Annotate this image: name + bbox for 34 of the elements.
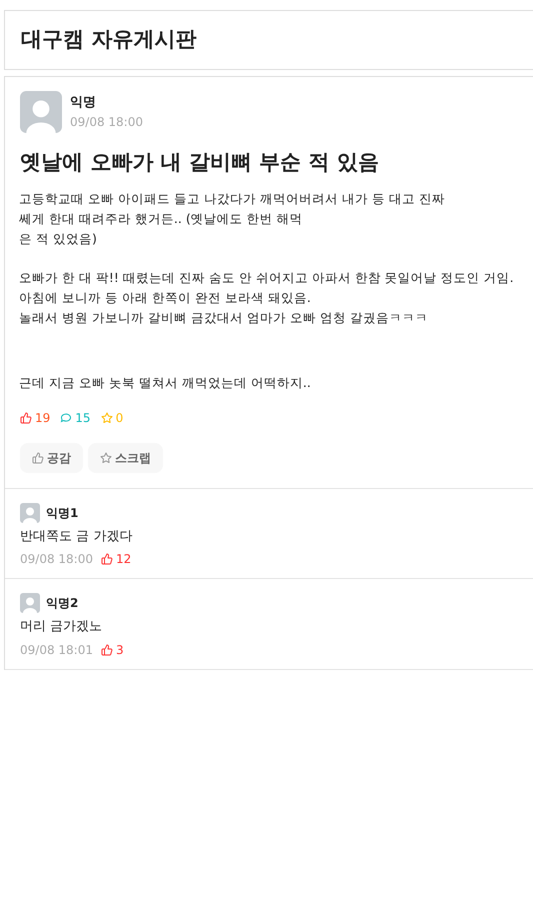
star-icon [100, 452, 112, 464]
thumbs-up-icon [100, 553, 113, 565]
like-count: 19 [35, 410, 50, 426]
star-icon [100, 412, 113, 424]
thumbs-up-icon [20, 412, 32, 424]
comment-like-count: 3 [116, 642, 124, 658]
like-button[interactable]: 공감 [20, 442, 83, 472]
thumbs-up-icon [32, 452, 44, 464]
author-name: 익명 [70, 94, 97, 112]
avatar-icon [20, 502, 40, 522]
avatar-icon [20, 91, 62, 133]
board-title: 대구캠 자유게시판 [21, 26, 196, 54]
post-text-line: 오빠가 한 대 팍!! 때렸는데 진짜 숨도 안 쉬어지고 아파서 한참 못일어날 정도인 거임. [18, 268, 515, 286]
scrap-button[interactable]: 스크랩 [88, 442, 163, 472]
post-text-line: 고등학교때 오빠 아이패드 들고 나갔다가 깨먹어버려서 내가 등 대고 진짜 [18, 190, 446, 208]
post-text-line: 놀래서 병원 가보니까 갈비뼈 금갔대서 엄마가 오빠 엄청 갈궜음ㅋㅋㅋ [18, 308, 429, 326]
post-title: 옛날에 오빠가 내 갈비뼈 부순 적 있음 [19, 149, 380, 176]
post-text-line: 아침에 보니까 등 아래 한쪽이 완전 보라색 돼있음. [18, 288, 312, 306]
comment-like-count: 12 [116, 551, 132, 568]
scrap-count: 0 [116, 410, 124, 426]
thumbs-up-icon [100, 644, 113, 656]
comment-author: 익명1 [46, 504, 78, 522]
comment-time: 09/08 18:01 [20, 642, 93, 658]
comment-author: 익명2 [46, 595, 78, 612]
comment-time: 09/08 18:00 [20, 551, 93, 568]
comment-text: 반대쪽도 금 가겠다 [20, 528, 134, 546]
post-time: 09/08 18:00 [70, 114, 143, 131]
comment-icon [60, 412, 72, 424]
post-text-line: 은 적 있었음) [18, 230, 98, 248]
post-text-line: 근데 지금 오빠 놋북 떨쳐서 깨먹었는데 어떡하지.. [18, 374, 312, 392]
comment-text: 머리 금가겠노 [20, 618, 104, 636]
comment-count: 15 [75, 410, 91, 426]
post-text-line: 쎄게 한대 때려주라 했거든.. (옛날에도 한번 해먹 [18, 210, 304, 228]
avatar-icon [20, 593, 40, 613]
